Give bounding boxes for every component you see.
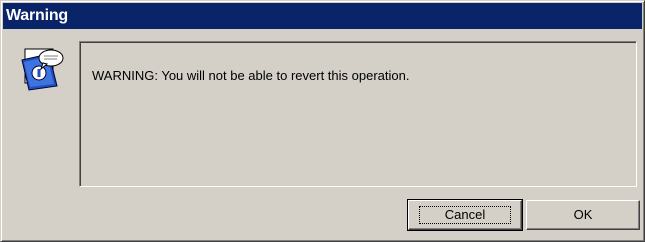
title-bar[interactable]: Warning	[3, 3, 642, 29]
cancel-button[interactable]: Cancel	[407, 199, 523, 231]
warning-info-icon	[19, 46, 65, 92]
window-title: Warning	[6, 7, 68, 24]
cancel-button-label: Cancel	[444, 207, 486, 222]
ok-button[interactable]: OK	[526, 200, 640, 230]
warning-dialog: Warning WARNING: You will not be able to…	[0, 0, 645, 242]
message-panel: WARNING: You will not be able to revert …	[79, 41, 637, 187]
ok-button-label: OK	[573, 207, 593, 222]
warning-message: WARNING: You will not be able to revert …	[92, 68, 410, 83]
